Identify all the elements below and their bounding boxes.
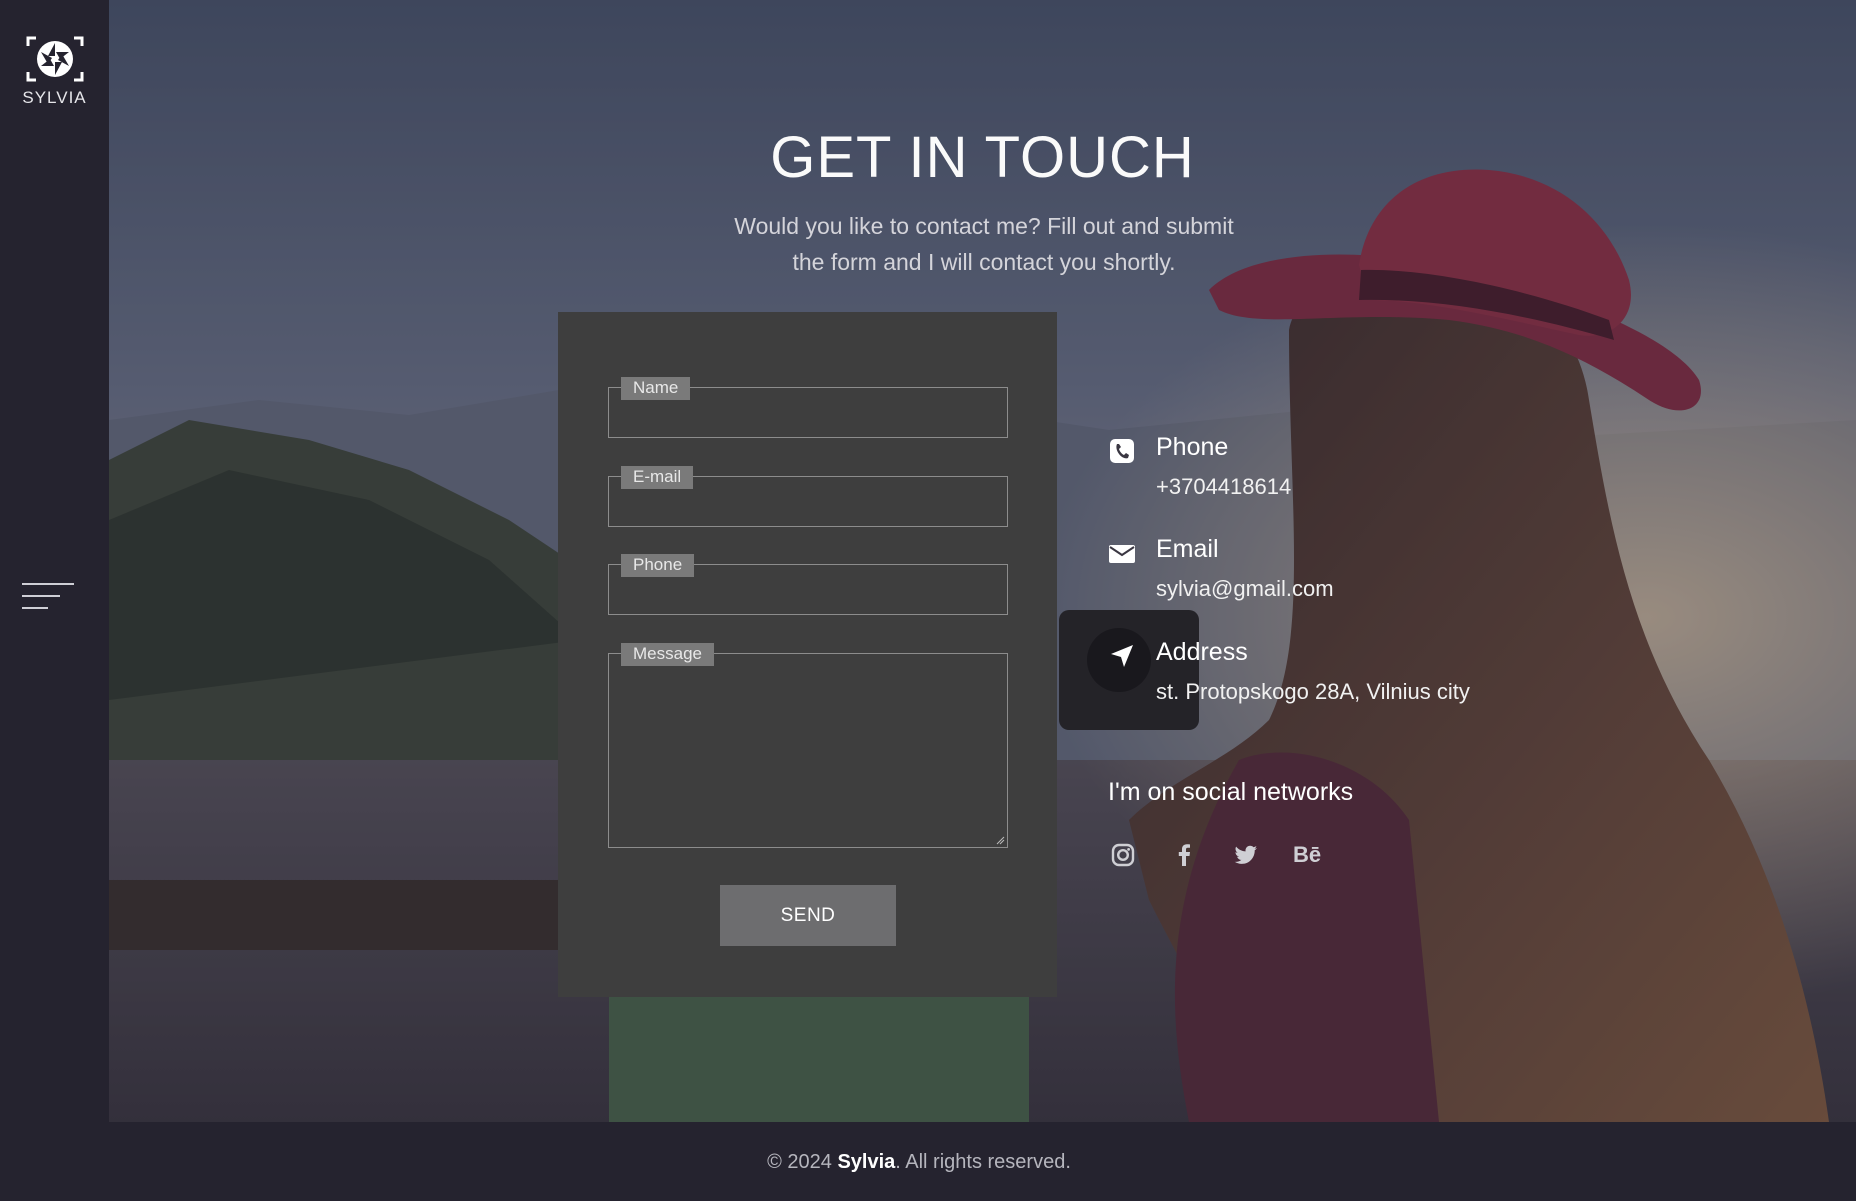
copyright-suffix: . All rights reserved.	[895, 1151, 1071, 1173]
instagram-icon[interactable]	[1110, 842, 1136, 868]
email-field[interactable]: E-mail	[608, 466, 1008, 527]
twitter-icon[interactable]	[1233, 842, 1259, 868]
contact-form: Name E-mail Phone Message SEND	[558, 312, 1057, 997]
menu-toggle-button[interactable]	[22, 583, 76, 617]
envelope-icon	[1109, 545, 1135, 563]
phone-icon	[1110, 439, 1134, 463]
message-textarea[interactable]	[609, 654, 1007, 847]
menu-line	[22, 595, 60, 597]
location-arrow-icon	[1111, 645, 1133, 667]
message-field[interactable]: Message	[608, 643, 1008, 848]
behance-icon[interactable]: Bē	[1293, 842, 1327, 868]
resize-grip-icon[interactable]	[995, 835, 1005, 845]
phone-label: Phone	[621, 554, 695, 577]
message-label: Message	[621, 643, 714, 666]
phone-value[interactable]: +3704418614	[1156, 474, 1291, 500]
email-label: E-mail	[621, 466, 694, 489]
phone-title: Phone	[1156, 433, 1229, 461]
email-title: Email	[1156, 535, 1219, 563]
phone-field[interactable]: Phone	[608, 554, 1008, 615]
contact-section: GET IN TOUCH Would you like to contact m…	[109, 0, 1856, 1122]
address-value: st. Protopskogo 28A, Vilnius city	[1156, 679, 1470, 704]
camera-aperture-icon	[26, 36, 83, 82]
copyright-prefix: © 2024	[767, 1151, 838, 1173]
brand-name: SYLVIA	[22, 88, 87, 107]
name-label: Name	[621, 377, 691, 400]
footer: © 2024 Sylvia. All rights reserved.	[109, 1122, 1856, 1201]
menu-line	[22, 583, 74, 585]
page-subtitle: Would you like to contact me? Fill out a…	[734, 213, 1234, 275]
name-field[interactable]: Name	[608, 377, 1008, 438]
facebook-icon[interactable]	[1171, 842, 1197, 868]
send-button[interactable]: SEND	[720, 885, 896, 946]
email-value[interactable]: sylvia@gmail.com	[1156, 576, 1334, 602]
copyright-brand[interactable]: Sylvia	[837, 1151, 895, 1173]
sidebar: SYLVIA	[0, 0, 109, 1201]
logo[interactable]: SYLVIA	[0, 34, 109, 108]
copyright: © 2024 Sylvia. All rights reserved.	[109, 1151, 1729, 1174]
page-title: GET IN TOUCH	[770, 125, 1195, 190]
menu-line	[22, 607, 48, 609]
social-title: I'm on social networks	[1108, 778, 1354, 806]
address-title: Address	[1156, 638, 1248, 666]
